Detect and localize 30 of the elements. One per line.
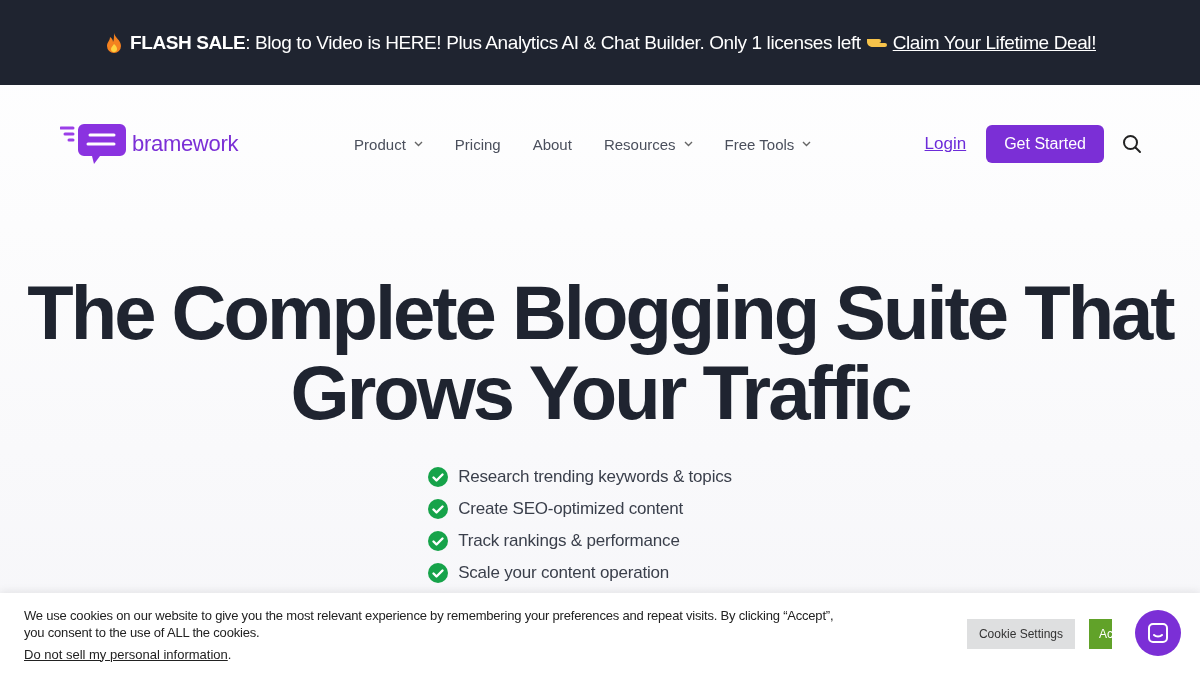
do-not-sell-link[interactable]: Do not sell my personal information [24, 646, 228, 662]
period-text: . [227, 646, 232, 662]
chevron-down-icon [802, 141, 812, 147]
nav-link[interactable]: About [532, 135, 572, 153]
feature-text: Research trending keywords & topics [458, 467, 732, 487]
chevron-down-icon [683, 141, 693, 147]
feature-text: Track rankings & performance [458, 531, 680, 551]
flame-icon [104, 31, 124, 54]
chevron-down-icon [413, 141, 423, 147]
lifetime-deal-link[interactable]: Claim Your Lifetime Deal! [892, 31, 1096, 54]
hero-title: The Complete Blogging Suite That Grows Your Traffic [27, 273, 1173, 433]
login-link[interactable]: Login [924, 134, 967, 154]
nav-link[interactable]: Free Tools [724, 135, 812, 153]
nav-link[interactable]: Resources [603, 135, 693, 153]
cookie-notice-text: We use cookies on our website to give you the most relevant experience by remembering your preferences and repeat visits. By clicking “Accept”, you consent to the use of ALL the cookies. [24, 606, 835, 641]
nav-link[interactable]: Product [354, 135, 423, 153]
search-icon[interactable] [1122, 134, 1142, 154]
chat-icon [1147, 622, 1169, 644]
feature-text: Scale your content operation [458, 563, 669, 583]
logo-icon [60, 122, 128, 166]
feature-text: Create SEO-optimized content [458, 499, 684, 519]
banner-text: FLASH SALE: Blog to Video is HERE! Plus Analytics AI & Chat Builder. Only 1 licenses left [130, 31, 861, 54]
cookie-settings-button[interactable]: Cookie Settings [966, 619, 1075, 649]
check-circle-icon [428, 531, 449, 551]
check-circle-icon [428, 563, 449, 583]
check-circle-icon [428, 467, 449, 487]
get-started-button[interactable]: Get Started [986, 125, 1104, 163]
check-circle-icon [428, 499, 449, 519]
logo-text[interactable]: bramework [132, 131, 239, 157]
nav-link[interactable]: Pricing [454, 135, 501, 153]
